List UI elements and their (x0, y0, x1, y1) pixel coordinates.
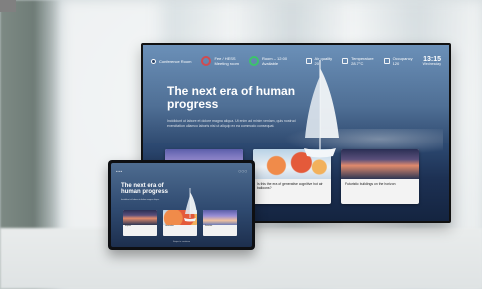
clock: 13:15 Wednesday (423, 56, 441, 67)
card-caption: Futuristic buildings on the horizon (345, 182, 396, 186)
tablet-caption: Swipe to continue (172, 241, 191, 243)
booking-2: Room – 12:00 Available (248, 56, 288, 66)
status-left: Conference Room Fee / HESS Meeting room … (151, 56, 287, 66)
tablet-status-left: ● ● ● (116, 170, 122, 173)
tablet-title: The next era of human progress (121, 183, 169, 196)
card-caption: Is this the era of generative cognitive … (257, 182, 323, 191)
tablet-status-right: ▢ ▢ ▢ (238, 170, 247, 173)
tablet-card-caption: Futuristic (205, 225, 213, 227)
occupancy-label: Occupancy 120 (392, 56, 413, 66)
sailboat-illustration (304, 60, 339, 158)
tablet-sailboat-illustration (184, 188, 197, 222)
tablet-body: Incididunt ut labore et dolore magna ali… (121, 199, 160, 201)
card-image (341, 149, 419, 179)
page-body: Incididunt ut labore et dolore magna ali… (167, 119, 296, 128)
page-title: The next era of human progress (167, 84, 296, 111)
tablet-status-bar: ● ● ● ▢ ▢ ▢ (116, 168, 247, 175)
booking-ring-green-icon (248, 56, 259, 66)
card[interactable]: Futuristic buildings on the horizon (341, 149, 419, 204)
booking-1: Fee / HESS Meeting room (201, 56, 239, 66)
tablet-card[interactable]: Explore (123, 210, 157, 236)
temperature-label: Temperature 28.7°C (351, 56, 374, 66)
tablet-card-image (203, 210, 237, 225)
date: Wednesday (422, 61, 441, 66)
tablet-card-caption: Explore (125, 225, 132, 227)
corner-tab (0, 0, 16, 12)
booking-1-label: Fee / HESS Meeting room (214, 56, 239, 66)
temperature: Temperature 28.7°C (342, 56, 374, 66)
occupancy-icon (383, 58, 390, 64)
location: Conference Room (151, 58, 192, 64)
booking-2-label: Room – 12:00 Available (261, 56, 288, 66)
location-label: Conference Room (159, 58, 192, 64)
location-icon (151, 58, 156, 64)
tablet-card-image (123, 210, 157, 225)
booking-ring-red-icon (201, 56, 212, 66)
tablet-card[interactable]: Futuristic (203, 210, 237, 236)
occupancy: Occupancy 120 (383, 56, 413, 66)
